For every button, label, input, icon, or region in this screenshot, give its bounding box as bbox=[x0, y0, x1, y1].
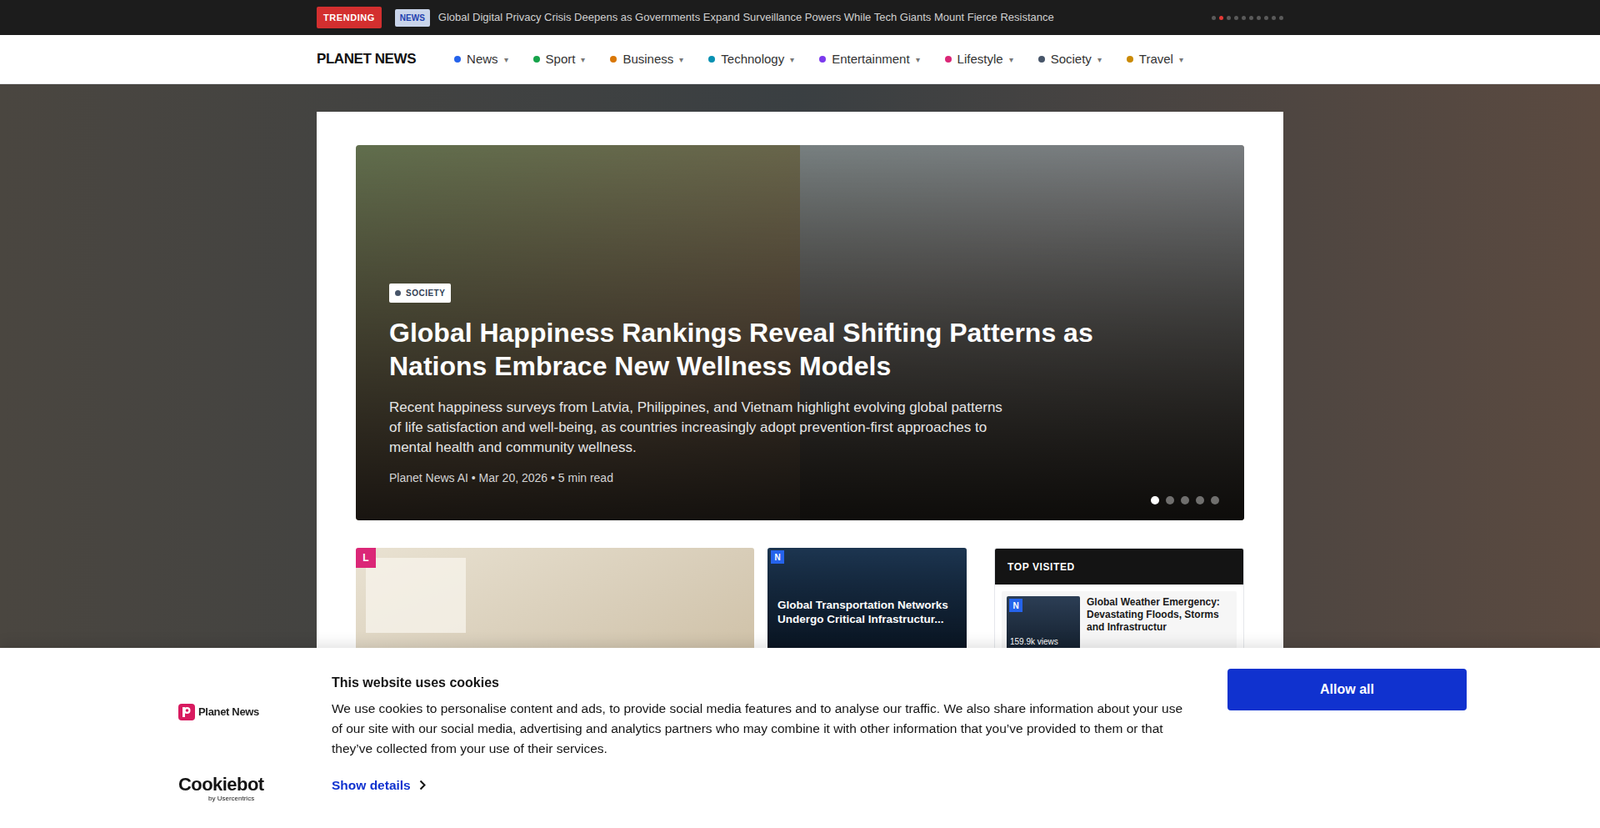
brand-icon bbox=[178, 703, 195, 720]
slide-dot[interactable] bbox=[1264, 15, 1269, 20]
trending-label: TRENDING bbox=[316, 6, 382, 30]
slide-dot[interactable] bbox=[1165, 495, 1175, 505]
site-logo[interactable]: PLANET NEWS bbox=[316, 48, 416, 70]
hero-category[interactable]: SOCIETY bbox=[389, 283, 451, 303]
show-details-link[interactable]: Show details bbox=[331, 775, 1190, 795]
dropdown-arrow-icon: ▾ bbox=[915, 53, 920, 66]
dropdown-arrow-icon: ▾ bbox=[1009, 53, 1014, 66]
hero-summary: Recent happiness surveys from Latvia, Ph… bbox=[389, 397, 1006, 458]
category-badge: N bbox=[770, 550, 785, 564]
category-dot bbox=[454, 55, 461, 63]
story-title[interactable]: Global Transportation Networks Undergo C… bbox=[767, 547, 967, 626]
dropdown-arrow-icon: ▾ bbox=[580, 53, 585, 66]
category-dot bbox=[945, 55, 952, 63]
category-dot bbox=[708, 55, 715, 63]
nav-item[interactable]: Lifestyle▾ bbox=[945, 50, 1014, 70]
category-dot bbox=[610, 55, 617, 63]
thumbnail: N 159.9k views bbox=[1006, 595, 1080, 651]
slide-dots bbox=[1150, 495, 1220, 505]
nav-item[interactable]: Business▾ bbox=[610, 50, 684, 70]
nav-item[interactable]: Entertainment▾ bbox=[819, 50, 920, 70]
slide-dot[interactable] bbox=[1180, 495, 1190, 505]
story-title[interactable]: Global Weather Emergency: Devastating Fl… bbox=[1086, 595, 1232, 651]
slide-dot[interactable] bbox=[1234, 15, 1239, 20]
dropdown-arrow-icon: ▾ bbox=[790, 53, 795, 66]
slide-dot[interactable] bbox=[1211, 15, 1216, 20]
top-visited-item[interactable]: N 159.9k views Global Weather Emergency: D… bbox=[1001, 590, 1237, 656]
hero-title[interactable]: Global Happiness Rankings Reveal Shiftin… bbox=[389, 315, 1165, 383]
nav-item[interactable]: News▾ bbox=[454, 50, 509, 70]
nav-item[interactable]: Society▾ bbox=[1038, 50, 1102, 70]
category-badge: N bbox=[1009, 598, 1023, 612]
category-dot bbox=[395, 290, 401, 296]
allow-all-button[interactable]: Allow all bbox=[1227, 668, 1467, 710]
slide-dot[interactable] bbox=[1249, 15, 1254, 20]
trending-dots bbox=[1211, 15, 1284, 20]
cookie-title: This website uses cookies bbox=[331, 672, 1190, 693]
nav-item[interactable]: Technology▾ bbox=[708, 50, 795, 70]
category-dot bbox=[1038, 55, 1045, 63]
slide-dot[interactable] bbox=[1219, 15, 1224, 20]
slide-dot[interactable] bbox=[1279, 15, 1284, 20]
slide-dot[interactable] bbox=[1195, 495, 1205, 505]
slide-dot[interactable] bbox=[1271, 15, 1276, 20]
slide-dot[interactable] bbox=[1210, 495, 1220, 505]
trending-headline[interactable]: Global Digital Privacy Crisis Deepens as… bbox=[438, 9, 1202, 26]
slide-dot[interactable] bbox=[1150, 495, 1160, 505]
dropdown-arrow-icon: ▾ bbox=[679, 53, 684, 66]
slide-dot[interactable] bbox=[1226, 15, 1231, 20]
slide-dot[interactable] bbox=[1256, 15, 1261, 20]
dropdown-arrow-icon: ▾ bbox=[504, 53, 509, 66]
dropdown-arrow-icon: ▾ bbox=[1097, 53, 1102, 66]
hero-meta: Planet News AI • Mar 20, 2026 • 5 min re… bbox=[389, 469, 1211, 487]
hero-slide[interactable]: SOCIETY Global Happiness Rankings Reveal… bbox=[355, 145, 1245, 520]
panel-title: TOP VISITED bbox=[1007, 559, 1075, 575]
cookie-text: We use cookies to personalise content an… bbox=[331, 698, 1190, 759]
cookie-banner: Planet News Cookiebot by Usercentrics Th… bbox=[0, 647, 1600, 828]
category-dot bbox=[819, 55, 826, 63]
brand-logo: Planet News bbox=[178, 703, 332, 720]
category-badge: L bbox=[355, 547, 376, 568]
view-count: 159.9k views bbox=[1010, 635, 1059, 648]
slide-dot[interactable] bbox=[1241, 15, 1246, 20]
nav-item[interactable]: Travel▾ bbox=[1126, 50, 1184, 70]
main-nav: PLANET NEWS News▾ Sport▾ Business▾ Technolo… bbox=[0, 35, 1600, 85]
category-dot bbox=[533, 55, 540, 63]
nav-item[interactable]: Sport▾ bbox=[533, 50, 586, 70]
category-dot bbox=[1126, 55, 1134, 63]
provider-logo[interactable]: Cookiebot by Usercentrics bbox=[178, 775, 332, 802]
trending-bar: TRENDING NEWS Global Digital Privacy Cri… bbox=[0, 0, 1600, 35]
dropdown-arrow-icon: ▾ bbox=[1179, 53, 1184, 66]
chevron-right-icon bbox=[419, 779, 426, 790]
category-badge: NEWS bbox=[395, 9, 430, 27]
